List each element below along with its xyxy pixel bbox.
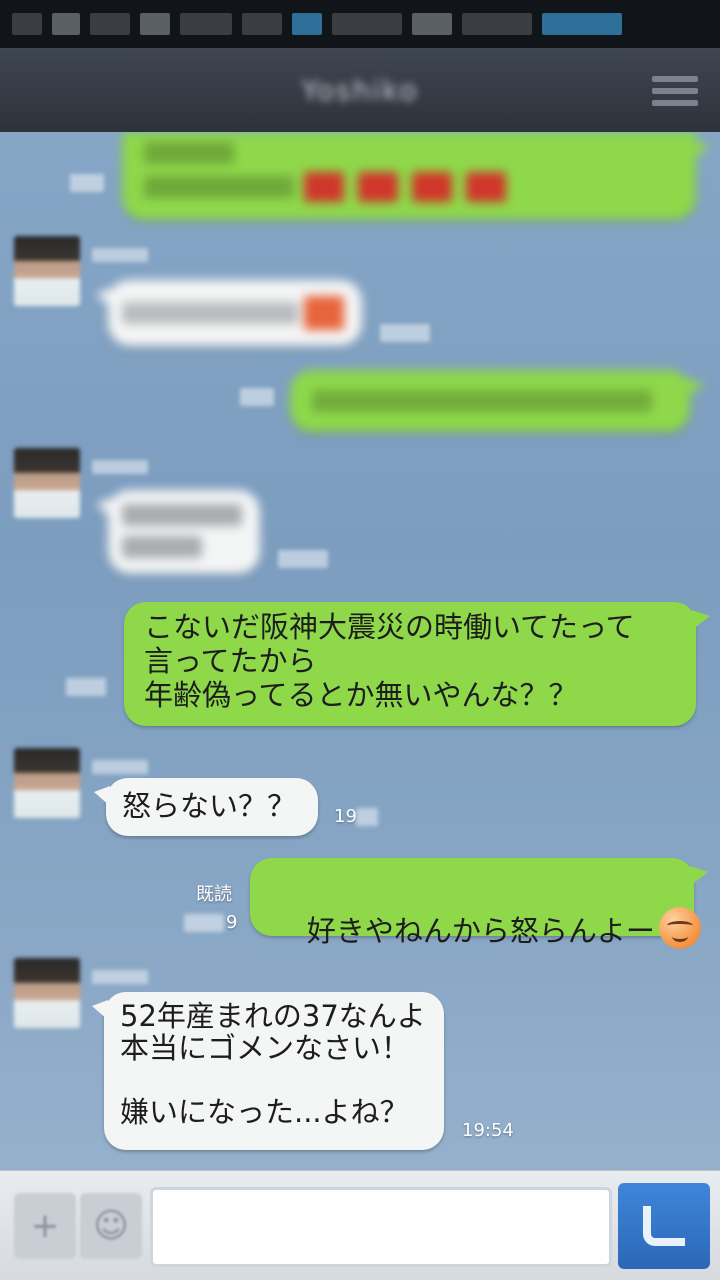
send-button[interactable] bbox=[618, 1183, 710, 1269]
sticker-icon[interactable]: ☺ bbox=[80, 1193, 142, 1259]
sender-name bbox=[92, 760, 148, 774]
send-icon bbox=[643, 1206, 685, 1246]
message-time: 9 bbox=[226, 912, 238, 933]
message-input[interactable] bbox=[150, 1187, 612, 1267]
message-sent-redacted bbox=[122, 132, 710, 220]
status-bar bbox=[0, 0, 720, 48]
message-sent[interactable]: 好きやねんから怒らんよー bbox=[250, 858, 708, 949]
message-received[interactable]: 怒らない？？ bbox=[94, 778, 318, 836]
sender-name bbox=[92, 248, 148, 262]
status-icon bbox=[90, 13, 130, 35]
chat-history[interactable]: こないだ阪神大震災の時働いてたって 言ってたから 年齢偽ってるとか無いやんな？？… bbox=[0, 132, 720, 1170]
status-icon bbox=[180, 13, 232, 35]
chat-header: Yoshiko bbox=[0, 48, 720, 132]
message-received-redacted bbox=[96, 280, 362, 346]
chat-title: Yoshiko bbox=[301, 73, 419, 107]
message-sent-redacted bbox=[290, 370, 704, 432]
message-received-redacted bbox=[96, 490, 260, 574]
status-icon bbox=[412, 13, 452, 35]
signal-icon bbox=[292, 13, 322, 35]
message-time: 19 bbox=[334, 806, 357, 827]
message-text: 好きやねんから怒らんよー bbox=[306, 914, 655, 948]
read-receipt: 既読 bbox=[196, 884, 232, 905]
avatar[interactable] bbox=[14, 748, 80, 818]
sender-name bbox=[92, 460, 148, 474]
sender-name bbox=[92, 970, 148, 984]
message-input-bar: + ☺ bbox=[0, 1170, 720, 1280]
message-received[interactable]: 52年産まれの37なんよ 本当にゴメンなさい！ 嫌いになった...よね？ bbox=[92, 992, 444, 1150]
add-icon[interactable]: + bbox=[14, 1193, 76, 1259]
status-icon bbox=[12, 13, 42, 35]
battery-icon bbox=[542, 13, 622, 35]
smile-icon bbox=[658, 907, 701, 949]
status-icon bbox=[332, 13, 402, 35]
message-time: 19:54 bbox=[462, 1120, 514, 1141]
menu-icon[interactable] bbox=[652, 76, 698, 106]
status-icon bbox=[140, 13, 170, 35]
status-icon bbox=[242, 13, 282, 35]
avatar[interactable] bbox=[14, 958, 80, 1028]
avatar[interactable] bbox=[14, 236, 80, 306]
message-sent[interactable]: こないだ阪神大震災の時働いてたって 言ってたから 年齢偽ってるとか無いやんな？？ bbox=[124, 602, 710, 726]
status-icon bbox=[52, 13, 80, 35]
status-icon bbox=[462, 13, 532, 35]
avatar[interactable] bbox=[14, 448, 80, 518]
